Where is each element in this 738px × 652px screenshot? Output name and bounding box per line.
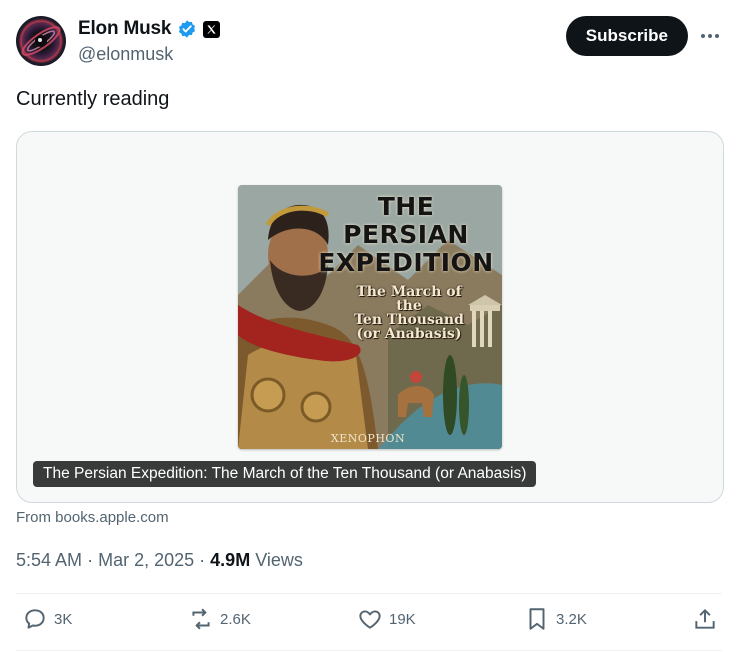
tweet-text: Currently reading (16, 88, 170, 110)
more-options-icon[interactable] (698, 26, 722, 46)
meta-separator: · (199, 550, 206, 570)
cover-subtitle-line: (or Anabasis) (356, 326, 462, 342)
card-source-link[interactable]: From books.apple.com (16, 509, 169, 526)
cover-subtitle-line: the (396, 298, 422, 314)
like-count: 19K (389, 610, 416, 628)
author-handle[interactable]: @elonmusk (78, 44, 173, 65)
author-avatar[interactable] (16, 16, 66, 66)
reply-count: 3K (54, 610, 73, 628)
tweet-date[interactable]: Mar 2, 2025 (98, 550, 194, 570)
repost-count: 2.6K (220, 610, 251, 628)
cover-author: XENOPHON (330, 432, 406, 445)
tweet-time[interactable]: 5:54 AM (16, 550, 82, 570)
verified-badge-icon[interactable] (177, 19, 197, 39)
action-bar: 3K 2.6K 19K 3.2K (16, 606, 722, 640)
display-name[interactable]: Elon Musk (78, 18, 171, 40)
subscribe-button[interactable]: Subscribe (565, 16, 688, 56)
x-logo-badge-icon[interactable] (203, 20, 221, 38)
bookmark-count: 3.2K (556, 610, 587, 628)
book-cover-image: THE PERSIAN EXPEDITION The March of the … (238, 185, 502, 449)
share-button[interactable] (692, 606, 718, 632)
tweet-meta: 5:54 AM · Mar 2, 2025 · 4.9M Views (16, 550, 303, 571)
cover-subtitle: The March of the Ten Thousand (or Anabas… (338, 285, 480, 341)
views-count: 4.9M (210, 550, 251, 570)
cover-subtitle-line: Ten Thousand (354, 312, 464, 328)
name-row: Elon Musk (78, 18, 221, 40)
cover-subtitle-line: The March of (356, 284, 462, 300)
views-label: Views (255, 550, 303, 570)
card-title-overlay: The Persian Expedition: The March of the… (33, 461, 537, 487)
tweet-header: Elon Musk @elonmusk Subscribe (16, 14, 722, 70)
black-hole-icon (21, 26, 61, 56)
reply-icon (25, 609, 45, 629)
bookmark-icon (529, 608, 545, 630)
repost-icon (192, 608, 210, 630)
cover-title: THE PERSIAN EXPEDITION (310, 193, 502, 277)
cover-title-line: THE (377, 192, 435, 221)
like-button[interactable]: 19K (357, 606, 416, 632)
reply-button[interactable]: 3K (22, 606, 72, 632)
heart-icon (359, 610, 381, 629)
share-icon (695, 608, 715, 629)
divider (16, 593, 722, 594)
repost-button[interactable]: 2.6K (188, 606, 251, 632)
link-card[interactable]: THE PERSIAN EXPEDITION The March of the … (16, 131, 724, 503)
bookmark-button[interactable]: 3.2K (524, 606, 587, 632)
divider (16, 650, 722, 651)
cover-title-line: EXPEDITION (318, 248, 494, 277)
cover-title-line: PERSIAN (343, 220, 469, 249)
meta-separator: · (87, 550, 94, 570)
